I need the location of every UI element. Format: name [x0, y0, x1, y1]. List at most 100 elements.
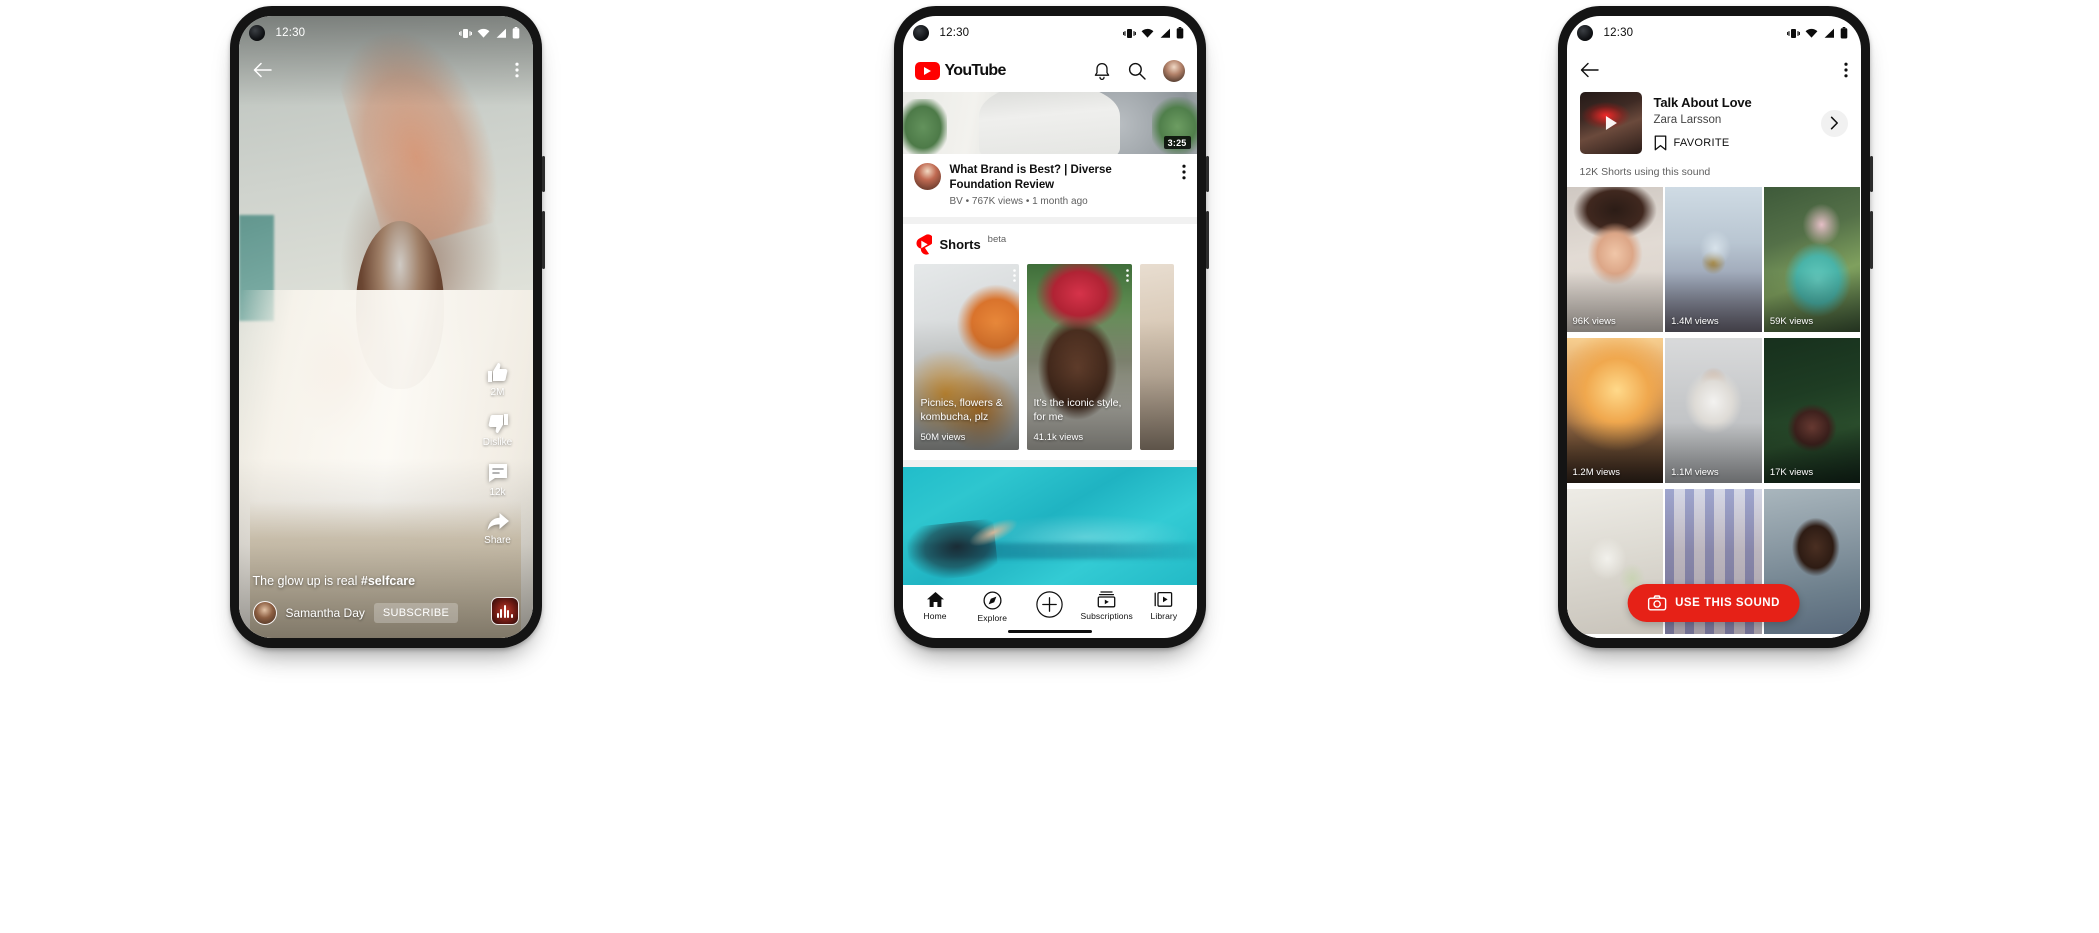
short-card[interactable]: Picnics, flowers & kombucha, plz 50M vie…: [913, 264, 1019, 451]
account-avatar[interactable]: [1162, 60, 1185, 82]
signal-icon: [1824, 28, 1834, 38]
cell-scrim: [1763, 338, 1861, 483]
channel-row: Samantha Day SUBSCRIBE: [252, 601, 519, 625]
channel-name[interactable]: Samantha Day: [286, 606, 365, 620]
grid-cell[interactable]: 1.4M views: [1665, 187, 1762, 332]
sound-wave-icon: [496, 604, 513, 618]
back-arrow-icon[interactable]: [1580, 62, 1599, 78]
use-this-sound-label: USE THIS SOUND: [1675, 597, 1780, 609]
video-thumbnail[interactable]: 3:25: [902, 92, 1197, 154]
home-icon: [926, 592, 944, 607]
status-bar-1: 12:30: [239, 16, 533, 50]
cell-scrim: [1665, 187, 1762, 332]
youtube-logo[interactable]: YouTube: [914, 62, 1007, 80]
notifications-bell-icon[interactable]: [1093, 62, 1111, 81]
mockup-stage: 12:30 2M Dislike 12k Share The glow up i…: [0, 0, 2099, 933]
cell-views: 17K views: [1769, 467, 1814, 478]
short-card-peek[interactable]: [1139, 264, 1174, 451]
sound-header: Talk About Love Zara Larsson FAVORITE: [1566, 90, 1861, 164]
grid-cell[interactable]: 1.2M views: [1566, 338, 1664, 483]
use-this-sound-button[interactable]: USE THIS SOUND: [1627, 584, 1800, 622]
short-card[interactable]: It’s the iconic style, for me 41.1k view…: [1026, 264, 1132, 451]
video-channel-avatar[interactable]: [913, 163, 941, 190]
sound-detail-chevron[interactable]: [1820, 109, 1848, 137]
nav-item-create[interactable]: [1021, 591, 1078, 621]
back-arrow-icon[interactable]: [253, 62, 272, 78]
comments-button[interactable]: 12k: [473, 461, 523, 498]
sound-cover-art[interactable]: [1579, 92, 1642, 154]
cell-scrim: [1566, 338, 1664, 483]
subscriptions-icon: [1097, 591, 1116, 608]
shorts-top-actions: [239, 50, 533, 90]
youtube-header: YouTube: [902, 50, 1197, 92]
shorts-shelf: Shorts beta Picnics, flowers & kombucha,…: [902, 224, 1197, 461]
bottom-navigation: Home Explore Subscriptions Library: [902, 585, 1197, 627]
video-title[interactable]: What Brand is Best? | Diverse Foundation…: [950, 163, 1173, 193]
nav-label: Explore: [977, 613, 1008, 623]
like-button[interactable]: 2M: [473, 361, 523, 398]
header-actions: [1093, 60, 1185, 82]
cell-views: 59K views: [1769, 316, 1814, 327]
search-icon[interactable]: [1128, 62, 1146, 80]
share-icon: [487, 513, 509, 531]
grid-cell[interactable]: 17K views: [1763, 338, 1861, 483]
shorts-grid[interactable]: 96K views 1.4M views 59K views 1.2M view…: [1566, 187, 1861, 638]
bookmark-icon: [1654, 135, 1666, 151]
screen-1: 12:30 2M Dislike 12k Share The glow up i…: [238, 16, 533, 638]
nav-item-library[interactable]: Library: [1135, 591, 1192, 621]
nav-label: Subscriptions: [1080, 611, 1133, 621]
nav-item-explore[interactable]: Explore: [964, 591, 1021, 623]
short-title: Picnics, flowers & kombucha, plz: [920, 397, 1003, 423]
grid-cell[interactable]: 96K views: [1566, 187, 1664, 332]
pool-video-thumbnail[interactable]: [902, 467, 1197, 585]
youtube-wordmark: YouTube: [944, 62, 1007, 79]
thumbnail-person: [978, 92, 1121, 154]
feed-divider: [902, 217, 1197, 225]
phone-sound-page: 12:30 Talk About Love Zara Larsson FAVOR…: [1557, 6, 1873, 648]
more-vertical-icon[interactable]: [514, 62, 519, 78]
short-card-text: Picnics, flowers & kombucha, plz 50M vie…: [921, 397, 1014, 443]
share-label: Share: [484, 535, 511, 546]
thumbs-down-icon: [488, 414, 508, 433]
card-scrim: [1139, 264, 1174, 451]
nav-item-home[interactable]: Home: [907, 591, 964, 621]
channel-avatar[interactable]: [252, 601, 277, 625]
vibrate-icon: [1786, 28, 1800, 38]
status-icons: [1786, 27, 1848, 39]
feed-scroll-area[interactable]: 3:25 What Brand is Best? | Diverse Found…: [902, 92, 1197, 585]
nav-label: Library: [1150, 611, 1178, 621]
favorite-button[interactable]: FAVORITE: [1654, 135, 1809, 151]
create-plus-icon: [1036, 591, 1063, 618]
screen-3: 12:30 Talk About Love Zara Larsson FAVOR…: [1566, 16, 1861, 638]
status-time: 12:30: [939, 27, 970, 39]
short-views: 50M views: [920, 432, 966, 444]
nav-item-subscriptions[interactable]: Subscriptions: [1078, 591, 1135, 621]
grid-cell[interactable]: 59K views: [1763, 187, 1861, 332]
camera-icon: [1647, 595, 1666, 611]
dislike-label: Dislike: [482, 437, 513, 448]
share-button[interactable]: Share: [473, 511, 523, 546]
signal-icon: [496, 28, 506, 38]
shorts-metadata: The glow up is real #selfcare Samantha D…: [239, 574, 533, 638]
signal-icon: [1160, 28, 1170, 38]
cell-views: 1.1M views: [1671, 467, 1719, 478]
grid-cell[interactable]: 1.1M views: [1665, 338, 1762, 483]
subscribe-button[interactable]: SUBSCRIBE: [373, 603, 459, 623]
video-more-icon[interactable]: [1181, 163, 1186, 207]
dislike-button[interactable]: Dislike: [473, 411, 523, 448]
sound-disc-button[interactable]: [490, 597, 519, 625]
caption-hashtag[interactable]: #selfcare: [361, 574, 415, 588]
short-more-icon[interactable]: [1012, 269, 1016, 287]
thumbnail-plant-left: [902, 99, 947, 154]
short-more-icon[interactable]: [1125, 269, 1129, 287]
library-icon: [1154, 591, 1173, 607]
more-vertical-icon[interactable]: [1843, 62, 1848, 78]
home-indicator: [1007, 630, 1092, 633]
sound-artist: Zara Larsson: [1653, 114, 1722, 126]
play-icon: [1605, 116, 1617, 130]
comment-count: 12k: [489, 487, 506, 498]
battery-icon: [1840, 27, 1847, 39]
vibrate-icon: [1122, 28, 1136, 38]
status-icons: [458, 27, 520, 39]
shorts-card-row[interactable]: Picnics, flowers & kombucha, plz 50M vie…: [903, 264, 1197, 451]
